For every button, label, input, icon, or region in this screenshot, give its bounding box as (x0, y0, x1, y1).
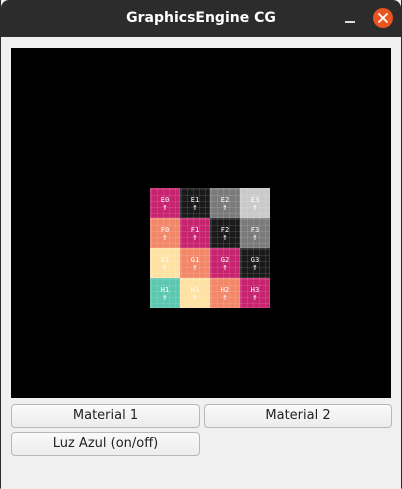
arrow-up-icon: ↑ (192, 263, 198, 273)
texture-tile: G1 ↑ (180, 248, 210, 278)
app-window: GraphicsEngine CG E0 ↑ E1 ↑ E2 ↑ E3 ↑ F0 ↑ F1 ↑ F2 ↑ F… (0, 0, 402, 489)
textured-quad: E0 ↑ E1 ↑ E2 ↑ E3 ↑ F0 ↑ F1 ↑ F2 ↑ F3 ↑ G1 ↑ G1 ↑ G2 ↑ G3 ↑ H1 ↑ H… (150, 188, 270, 308)
texture-tile: H1 ↑ (150, 278, 180, 308)
texture-tile: F1 ↑ (180, 218, 210, 248)
material-1-button[interactable]: Material 1 (11, 404, 200, 428)
arrow-up-icon: ↑ (192, 293, 198, 303)
arrow-up-icon: ↑ (162, 263, 168, 273)
texture-tile: F2 ↑ (210, 218, 240, 248)
texture-tile: G2 ↑ (210, 248, 240, 278)
texture-tile: E0 ↑ (150, 188, 180, 218)
texture-tile: E1 ↑ (180, 188, 210, 218)
texture-tile: F3 ↑ (240, 218, 270, 248)
arrow-up-icon: ↑ (162, 293, 168, 303)
texture-tile: F0 ↑ (150, 218, 180, 248)
arrow-up-icon: ↑ (222, 263, 228, 273)
arrow-up-icon: ↑ (162, 233, 168, 243)
arrow-up-icon: ↑ (252, 293, 258, 303)
arrow-up-icon: ↑ (222, 233, 228, 243)
texture-tile: G3 ↑ (240, 248, 270, 278)
arrow-up-icon: ↑ (252, 203, 258, 213)
texture-tile: E2 ↑ (210, 188, 240, 218)
arrow-up-icon: ↑ (252, 233, 258, 243)
main-content: E0 ↑ E1 ↑ E2 ↑ E3 ↑ F0 ↑ F1 ↑ F2 ↑ F3 ↑ G1 ↑ G1 ↑ G2 ↑ G3 ↑ H1 ↑ H… (1, 37, 401, 489)
texture-tile: H2 ↑ (210, 278, 240, 308)
texture-tile: G1 ↑ (150, 248, 180, 278)
texture-tile: H1 ↑ (180, 278, 210, 308)
minimize-button[interactable] (341, 10, 359, 28)
title-bar[interactable]: GraphicsEngine CG (1, 0, 401, 37)
close-icon (378, 13, 388, 23)
material-2-button[interactable]: Material 2 (204, 404, 392, 428)
arrow-up-icon: ↑ (192, 233, 198, 243)
arrow-up-icon: ↑ (162, 203, 168, 213)
luz-azul-toggle-button[interactable]: Luz Azul (on/off) (11, 432, 200, 456)
texture-tile: H3 ↑ (240, 278, 270, 308)
texture-tile: E3 ↑ (240, 188, 270, 218)
close-button[interactable] (373, 8, 393, 28)
arrow-up-icon: ↑ (192, 203, 198, 213)
arrow-up-icon: ↑ (222, 203, 228, 213)
arrow-up-icon: ↑ (252, 263, 258, 273)
render-viewport[interactable]: E0 ↑ E1 ↑ E2 ↑ E3 ↑ F0 ↑ F1 ↑ F2 ↑ F3 ↑ G1 ↑ G1 ↑ G2 ↑ G3 ↑ H1 ↑ H… (11, 48, 391, 398)
arrow-up-icon: ↑ (222, 293, 228, 303)
